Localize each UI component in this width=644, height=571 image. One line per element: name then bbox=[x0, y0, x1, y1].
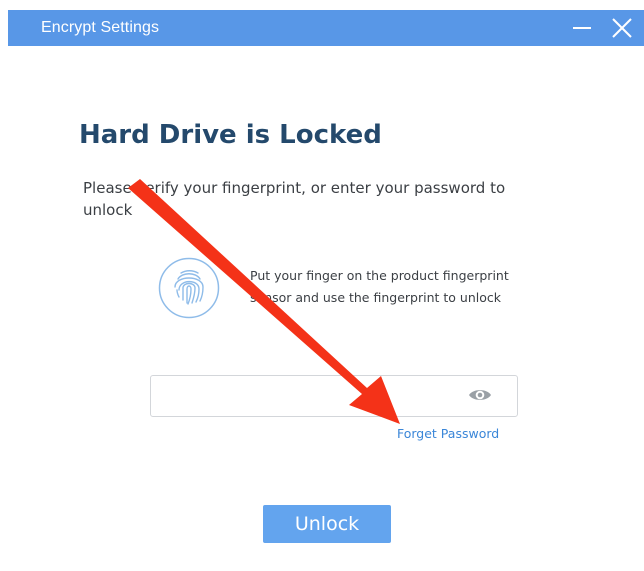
minimize-button[interactable] bbox=[564, 10, 600, 46]
unlock-button[interactable]: Unlock bbox=[263, 505, 391, 543]
eye-icon bbox=[469, 390, 491, 400]
encrypt-settings-window: Encrypt Settings Hard Drive is Locked Pl… bbox=[0, 0, 644, 571]
minimize-icon bbox=[573, 27, 591, 29]
fingerprint-hint-line2: sensor and use the fingerprint to unlock bbox=[250, 290, 501, 305]
close-icon bbox=[612, 18, 632, 38]
fingerprint-hint: Put your finger on the product fingerpri… bbox=[250, 265, 550, 309]
page-title: Hard Drive is Locked bbox=[79, 120, 382, 150]
window-title: Encrypt Settings bbox=[41, 19, 160, 36]
unlock-instruction: Please verify your fingerprint, or enter… bbox=[83, 179, 506, 219]
password-input[interactable] bbox=[150, 375, 518, 417]
fingerprint-icon bbox=[158, 257, 220, 319]
fingerprint-hint-line1: Put your finger on the product fingerpri… bbox=[250, 268, 509, 283]
close-button[interactable] bbox=[604, 10, 640, 46]
title-bar: Encrypt Settings bbox=[8, 10, 644, 46]
forget-password-link[interactable]: Forget Password bbox=[397, 425, 499, 443]
show-password-toggle[interactable] bbox=[467, 384, 493, 406]
